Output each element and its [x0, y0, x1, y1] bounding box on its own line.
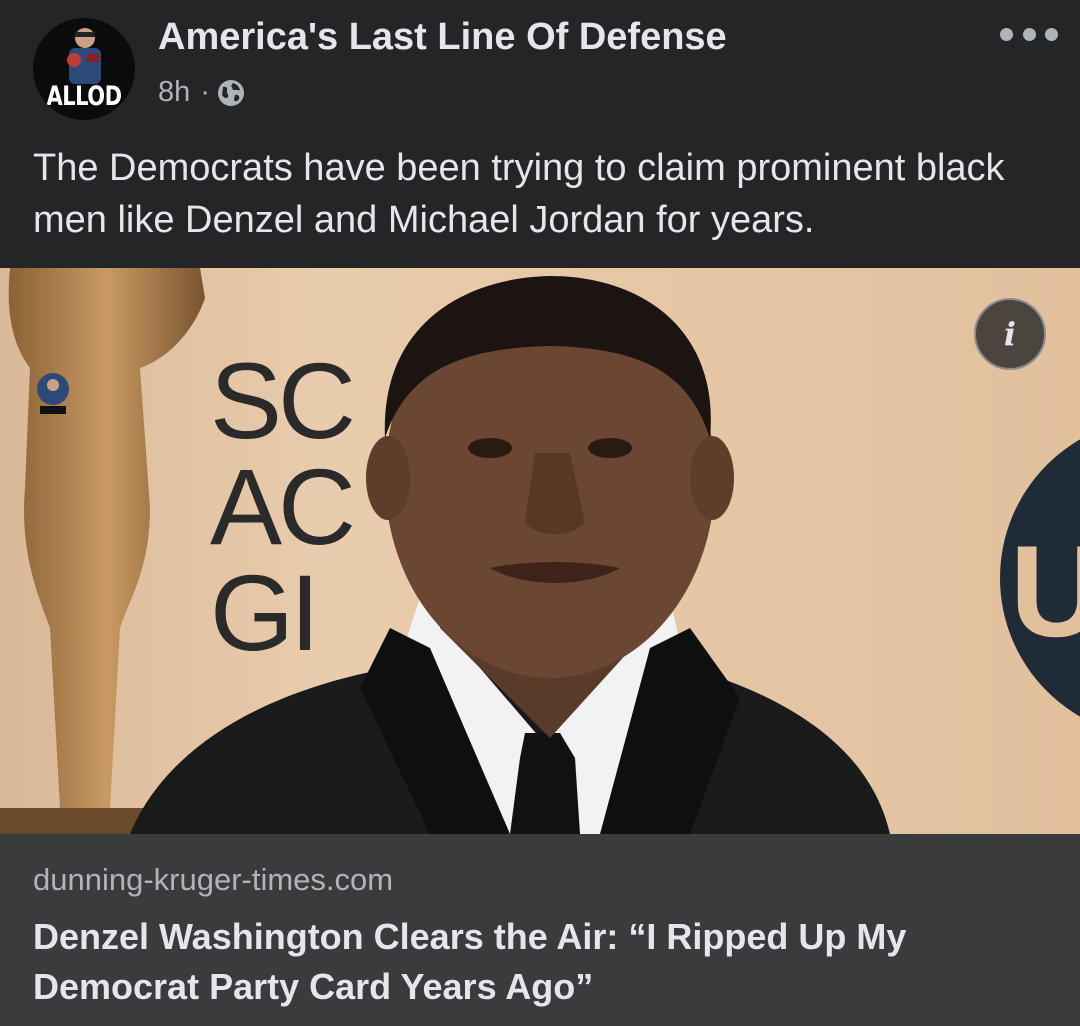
- post-text: The Democrats have been trying to claim …: [33, 147, 1005, 241]
- post-meta: 8h ·: [158, 76, 246, 109]
- link-domain: dunning-kruger-times.com: [33, 862, 394, 897]
- person-photo: [130, 276, 890, 834]
- allod-watermark-icon: [37, 373, 69, 414]
- avatar-figure-icon: [67, 28, 101, 84]
- more-dot: [1045, 27, 1058, 41]
- backdrop-logo-letters: U: [1010, 518, 1080, 664]
- more-dot: [1000, 27, 1013, 41]
- page-name[interactable]: America's Last Line Of Defense: [158, 16, 727, 59]
- avatar-logo-text: ALLOD: [46, 81, 122, 111]
- info-button[interactable]: i: [974, 298, 1046, 370]
- link-preview-card[interactable]: dunning-kruger-times.com Denzel Washingt…: [0, 834, 1080, 1026]
- link-preview-image[interactable]: SC AC GI U i: [0, 268, 1080, 834]
- meta-separator: ·: [200, 76, 210, 108]
- post-timestamp[interactable]: 8h: [158, 76, 190, 109]
- globe-icon[interactable]: [216, 78, 246, 108]
- link-title[interactable]: Denzel Washington Clears the Air: “I Rip…: [33, 912, 1043, 1012]
- more-dot: [1022, 27, 1036, 41]
- more-options-icon[interactable]: [1000, 22, 1058, 46]
- feed-post: ALLOD America's Last Line Of Defense 8h …: [0, 0, 1080, 1026]
- page-avatar[interactable]: ALLOD: [33, 18, 135, 120]
